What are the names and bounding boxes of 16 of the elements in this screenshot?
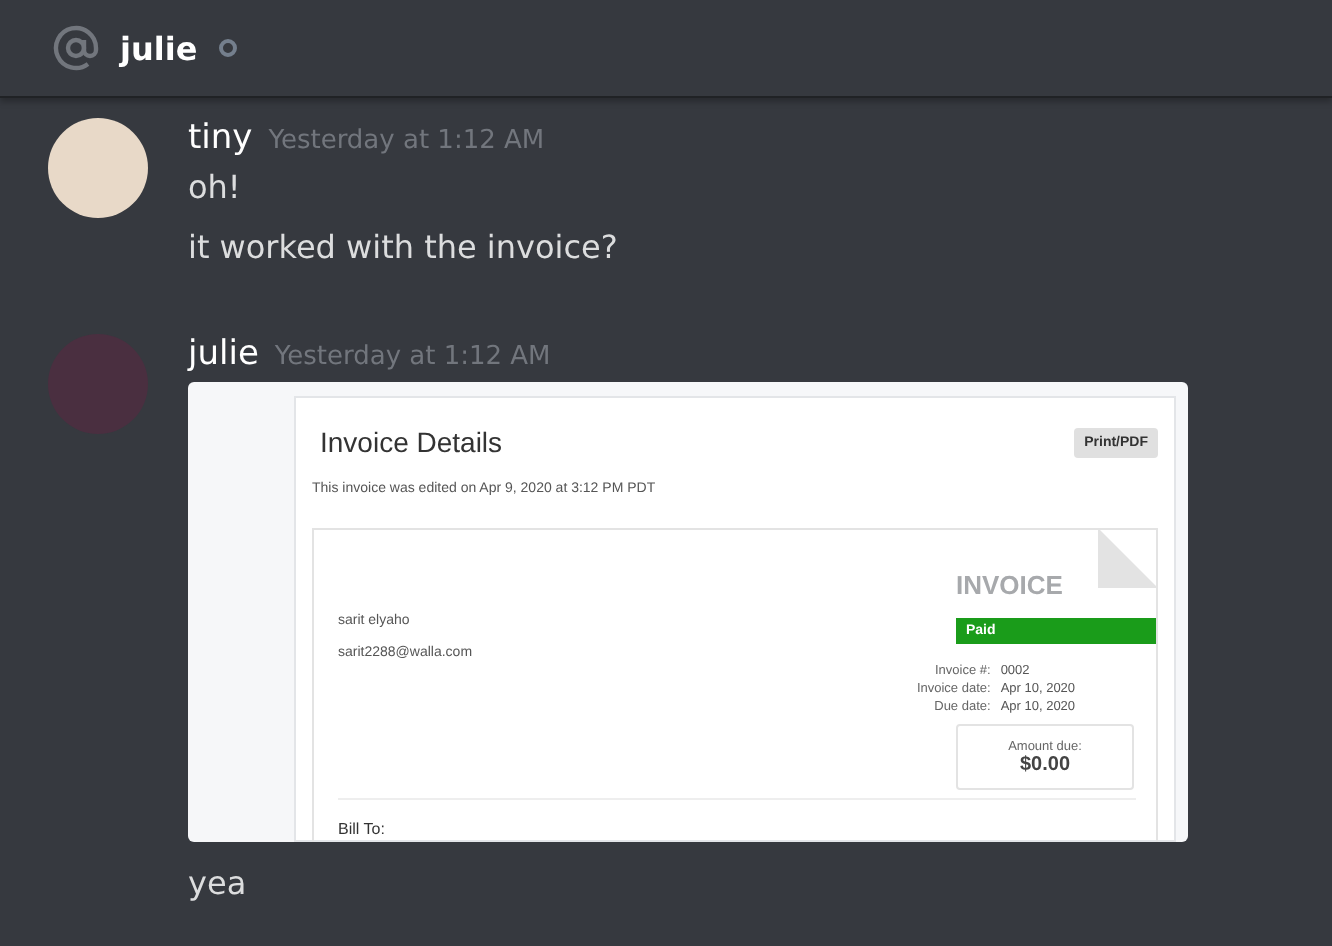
message-text: yea — [188, 862, 249, 906]
author-name[interactable]: julie — [188, 334, 259, 374]
message-text: it worked with the invoice? — [188, 226, 618, 270]
message-timestamp: Yesterday at 1:12 AM — [274, 342, 551, 372]
at-sign-icon — [52, 24, 100, 72]
status-icon — [217, 38, 238, 58]
author-name[interactable]: tiny — [188, 118, 253, 158]
user-avatar[interactable] — [48, 118, 148, 218]
amount-value: $0.00 — [1019, 753, 1071, 775]
page-fold-icon — [1098, 528, 1158, 588]
invoice-title: Invoice Details — [320, 426, 503, 458]
invoice-heading: INVOICE — [956, 570, 1065, 600]
bill-to-label: Bill To: — [338, 820, 385, 838]
message-timestamp: Yesterday at 1:12 AM — [268, 126, 545, 156]
message-text: oh! — [188, 166, 243, 210]
channel-name: julie — [120, 29, 198, 67]
